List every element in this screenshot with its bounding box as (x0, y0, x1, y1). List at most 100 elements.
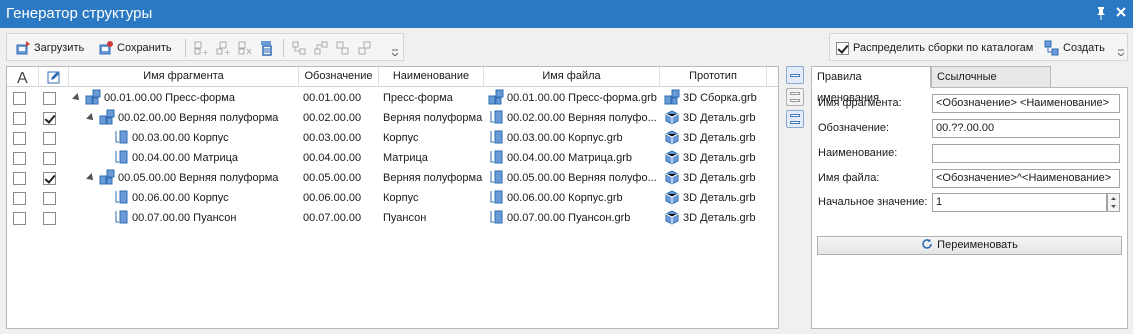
add-child-icon[interactable]: + (215, 40, 231, 56)
table-row[interactable]: 00.04.00.00 Матрица 00.04.00.00 Матрица 00.… (7, 148, 778, 168)
expand-toggle-icon[interactable] (86, 173, 96, 183)
row-checkbox-text[interactable] (13, 192, 26, 205)
designation-cell: 00.06.00.00 (303, 192, 362, 204)
distribute-label: Распределить сборки по каталогам (853, 42, 1034, 54)
toolbar-overflow-icon[interactable] (391, 48, 399, 56)
name-cell: Корпус (383, 132, 419, 144)
part-file-icon (488, 129, 504, 148)
row-checkbox-text[interactable] (13, 132, 26, 145)
distribute-checkbox-row[interactable]: Распределить сборки по каталогам (836, 38, 1033, 58)
load-label: Загрузить (34, 42, 85, 54)
spinner-arrows-icon (1111, 197, 1116, 208)
move-down-icon[interactable] (357, 40, 373, 56)
column-header-prototype[interactable]: Прототип (660, 67, 767, 87)
row-checkbox-edit[interactable] (43, 92, 56, 105)
table-row[interactable]: 00.07.00.00 Пуансон 00.07.00.00 Пуансон 00.… (7, 208, 778, 228)
load-icon (16, 41, 30, 55)
close-icon[interactable] (1114, 6, 1128, 20)
row-checkbox-edit[interactable] (43, 112, 56, 125)
part-icon (113, 209, 129, 228)
designation-cell: 00.07.00.00 (303, 212, 362, 224)
fragment-name: 00.05.00.00 Верняя полуформа (118, 172, 279, 184)
structure-grid: A Имя фрагмента Обозначение Наименование… (6, 66, 779, 329)
part-icon (113, 129, 129, 148)
fragment-name: 00.02.00.00 Верняя полуформа (118, 112, 279, 124)
edit-column-header[interactable] (39, 67, 69, 87)
file-name: 00.07.00.00 Пуансон.grb (507, 212, 631, 224)
save-button[interactable]: Сохранить (98, 38, 172, 58)
create-label: Создать (1063, 42, 1105, 54)
right-toolbar: Распределить сборки по каталогам Создать (829, 33, 1128, 61)
move-right-icon[interactable] (313, 40, 329, 56)
filename-input[interactable]: <Обозначение>^<Наименование> (932, 169, 1120, 188)
expand-toggle-icon[interactable] (72, 93, 82, 103)
part-file-icon (488, 169, 504, 188)
part-icon (113, 149, 129, 168)
table-row[interactable]: 00.05.00.00 Верняя полуформа 00.05.00.00 В… (7, 168, 778, 188)
part-prototype-icon (664, 169, 680, 188)
table-row[interactable]: 00.03.00.00 Корпус 00.03.00.00 Корпус 00.03… (7, 128, 778, 148)
row-checkbox-text[interactable] (13, 172, 26, 185)
pin-icon[interactable] (1094, 6, 1108, 20)
designation-input[interactable]: 00.??.00.00 (932, 119, 1120, 138)
table-row[interactable]: 00.02.00.00 Верняя полуформа 00.02.00.00 В… (7, 108, 778, 128)
column-header-file[interactable]: Имя файла (484, 67, 660, 87)
collapse-button[interactable] (786, 88, 804, 106)
prototype-name: 3D Деталь.grb (683, 152, 756, 164)
properties-panel: Правила именования Ссылочные элементы Им… (811, 66, 1128, 329)
table-row[interactable]: 00.01.00.00 Пресс-форма 00.01.00.00 Пресс-… (7, 88, 778, 108)
rename-button[interactable]: Переименовать (817, 236, 1122, 255)
create-icon (1044, 40, 1059, 56)
start-value-input[interactable]: 1 (932, 193, 1107, 212)
column-header-name[interactable]: Наименование (379, 67, 484, 87)
add-fragment-icon[interactable]: + (193, 40, 209, 56)
file-cell: 00.02.00.00 Верняя полуфо... (488, 108, 660, 128)
column-header-fragment[interactable]: Имя фрагмента (69, 67, 299, 87)
split-view-button[interactable] (786, 110, 804, 128)
row-checkbox-text[interactable] (13, 212, 26, 225)
move-up-icon[interactable] (335, 40, 351, 56)
start-value-spinner[interactable] (1107, 193, 1120, 212)
tab-reference-elements[interactable]: Ссылочные элементы (931, 66, 1051, 104)
prototype-cell: 3D Деталь.grb (664, 188, 776, 208)
prototype-cell: 3D Деталь.grb (664, 148, 776, 168)
row-checkbox-edit[interactable] (43, 192, 56, 205)
prototype-name: 3D Сборка.grb (683, 92, 757, 104)
part-icon (113, 189, 129, 208)
assembly-icon (85, 89, 101, 108)
text-column-header[interactable]: A (7, 67, 39, 87)
row-checkbox-edit[interactable] (43, 172, 56, 185)
row-checkbox-text[interactable] (13, 92, 26, 105)
expand-all-button[interactable] (786, 66, 804, 84)
distribute-checkbox[interactable] (836, 41, 849, 55)
delete-all-icon[interactable] (259, 40, 275, 56)
tab-naming-rules[interactable]: Правила именования (811, 66, 931, 104)
row-checkbox-edit[interactable] (43, 132, 56, 145)
part-file-icon (488, 189, 504, 208)
row-checkbox-text[interactable] (13, 152, 26, 165)
part-file-icon (488, 109, 504, 128)
name-cell: Верняя полуформа (383, 172, 483, 184)
row-checkbox-edit[interactable] (43, 152, 56, 165)
row-checkbox-text[interactable] (13, 112, 26, 125)
table-row[interactable]: 00.06.00.00 Корпус 00.06.00.00 Корпус 00.06… (7, 188, 778, 208)
name-input[interactable] (932, 144, 1120, 163)
fragment-name-input[interactable]: <Обозначение> <Наименование> (932, 94, 1120, 113)
part-file-icon (488, 149, 504, 168)
file-cell: 00.06.00.00 Корпус.grb (488, 188, 660, 208)
svg-text:+: + (224, 48, 231, 56)
load-button[interactable]: Загрузить (15, 38, 84, 58)
move-left-icon[interactable] (291, 40, 307, 56)
prototype-cell: 3D Сборка.grb (664, 88, 776, 108)
create-button[interactable]: Создать (1044, 38, 1105, 58)
prototype-name: 3D Деталь.grb (683, 172, 756, 184)
expand-toggle-icon[interactable] (86, 113, 96, 123)
svg-text:A: A (17, 70, 28, 85)
fragment-name: 00.01.00.00 Пресс-форма (104, 92, 235, 104)
file-name: 00.03.00.00 Корпус.grb (507, 132, 623, 144)
part-prototype-icon (664, 109, 680, 128)
row-checkbox-edit[interactable] (43, 212, 56, 225)
column-header-designation[interactable]: Обозначение (299, 67, 379, 87)
toolbar-overflow-icon[interactable] (1117, 48, 1125, 56)
delete-fragment-icon[interactable] (237, 40, 253, 56)
